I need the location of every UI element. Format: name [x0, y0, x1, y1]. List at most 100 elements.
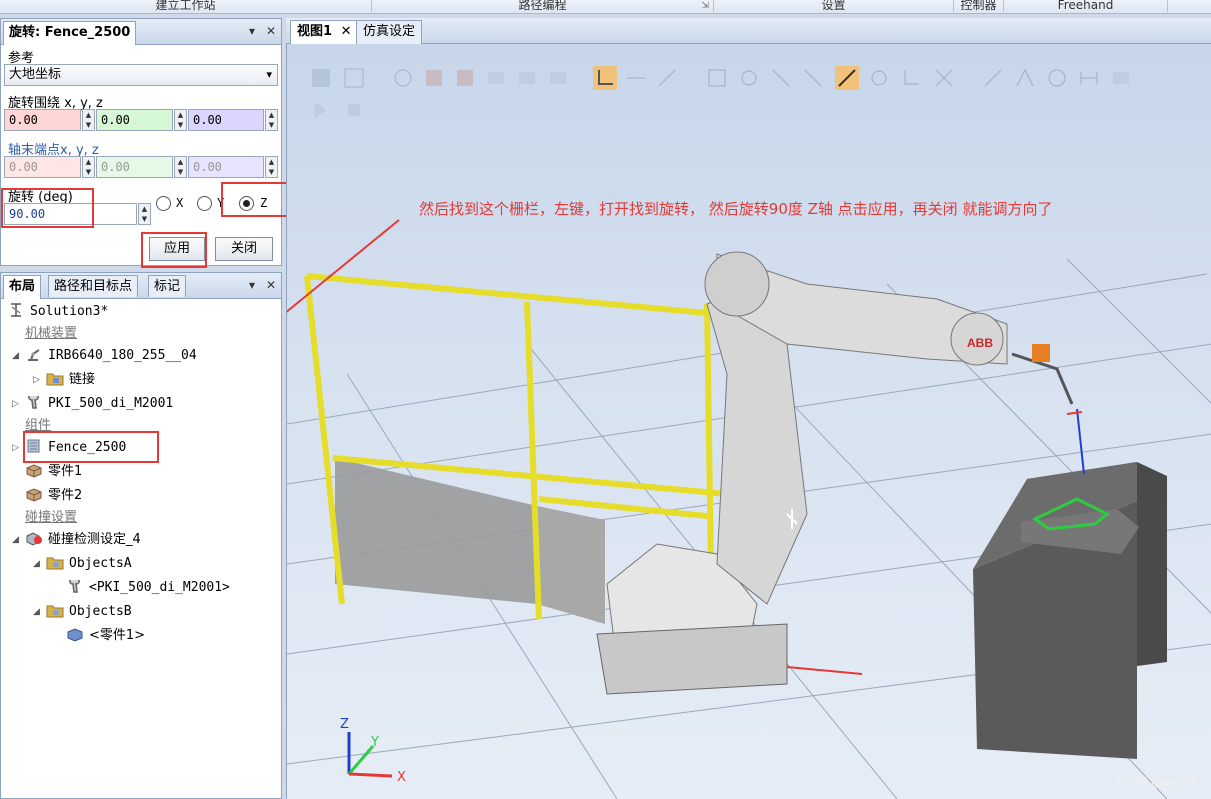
- axis-end-z-stepper[interactable]: ▲ ▼: [265, 156, 278, 178]
- 3d-viewport[interactable]: ABB Z Y X 然后找到这个栅栏，左键，打开找到旋转， 然后旋转90度 Z轴…: [286, 44, 1211, 799]
- wrench-tool-icon: [69, 579, 80, 593]
- select-group-icon[interactable]: [515, 66, 539, 90]
- collapse-arrow-icon[interactable]: ◢: [12, 529, 19, 551]
- reference-select-value: 大地坐标: [9, 67, 62, 82]
- axis-end-y-field[interactable]: 0.00: [96, 156, 173, 178]
- dialog-launcher-icon[interactable]: ⇲: [701, 0, 709, 13]
- close-tab-icon[interactable]: ✕: [341, 24, 352, 39]
- ribbon-group-freehand: Freehand: [1004, 0, 1168, 12]
- tab-paths-targets[interactable]: 路径和目标点: [48, 275, 139, 297]
- tree-item-objects-b[interactable]: ◢ ObjectsB: [33, 601, 132, 623]
- around-y-field[interactable]: 0.00: [96, 109, 173, 131]
- expand-arrow-icon[interactable]: ▷: [12, 393, 19, 415]
- tree-item-label: 零件2: [48, 488, 83, 503]
- axis-end-z-field[interactable]: 0.00: [188, 156, 264, 178]
- rotate-panel-title-tab[interactable]: 旋转: Fence_2500: [3, 21, 137, 45]
- expand-arrow-icon[interactable]: ▷: [33, 369, 40, 391]
- select-body-icon[interactable]: [453, 66, 477, 90]
- around-y-stepper[interactable]: ▲ ▼: [174, 109, 187, 131]
- ribbon-group-controller: 控制器: [954, 0, 1004, 12]
- snap-midpoint-icon[interactable]: [769, 66, 793, 90]
- tree-item-label: ObjectsA: [69, 556, 132, 571]
- around-z-stepper[interactable]: ▲ ▼: [265, 109, 278, 131]
- select-mechanism-icon[interactable]: [546, 66, 570, 90]
- select-curve-icon[interactable]: [391, 66, 415, 90]
- tab-simulation-settings[interactable]: 仿真设定: [356, 20, 423, 44]
- part-icon: [67, 628, 83, 642]
- axis-z-label: Z: [340, 717, 349, 732]
- tree-item-solution[interactable]: Solution3*: [7, 301, 108, 323]
- collapse-arrow-icon[interactable]: ◢: [33, 601, 40, 623]
- axis-x-label: X: [397, 770, 406, 785]
- view-all-icon[interactable]: [309, 66, 333, 90]
- keep-measurement-icon[interactable]: [1109, 66, 1133, 90]
- folder-icon: [46, 605, 64, 618]
- snap-grid-icon[interactable]: [705, 66, 729, 90]
- axis-end-x-stepper[interactable]: ▲ ▼: [82, 156, 95, 178]
- select-surface-icon[interactable]: [422, 66, 446, 90]
- watermark-text: CSDN @lwj_07: [1116, 776, 1197, 789]
- tree-item-part1[interactable]: 零件1: [25, 461, 82, 483]
- panel-close-icon[interactable]: ✕: [266, 24, 276, 38]
- tab-view1[interactable]: 视图1 ✕: [290, 20, 359, 44]
- tree-item-tool[interactable]: ▷ PKI_500_di_M2001: [12, 393, 173, 415]
- tree-item-label: <PKI_500_di_M2001>: [89, 580, 230, 595]
- close-button[interactable]: 关闭: [215, 237, 273, 261]
- tab-tags[interactable]: 标记: [148, 275, 187, 297]
- around-x-field[interactable]: 0.00: [4, 109, 81, 131]
- tree-item-label: <零件1>: [89, 628, 146, 643]
- document-tabbar: 视图1 ✕ 仿真设定: [286, 18, 1211, 44]
- snap-gravity-icon[interactable]: [867, 66, 891, 90]
- layout-panel-tabbar: 布局 路径和目标点 标记 ▾ ✕: [1, 273, 281, 299]
- tree-item-part2[interactable]: 零件2: [25, 485, 82, 507]
- reference-select[interactable]: 大地坐标 ▾: [4, 64, 278, 86]
- diameter-measure-icon[interactable]: [1045, 66, 1069, 90]
- tree-item-objects-a[interactable]: ◢ ObjectsA: [33, 553, 132, 575]
- snap-edge-icon[interactable]: [835, 66, 859, 90]
- angle-measure-icon[interactable]: [1013, 66, 1037, 90]
- expand-arrow-icon[interactable]: ▷: [12, 437, 19, 459]
- tree-item-label: 碰撞检测设定_4: [48, 532, 141, 547]
- rotate-panel: 旋转: Fence_2500 ▾ ✕ 参考 大地坐标 ▾ 旋转围绕 x, y, …: [0, 18, 296, 268]
- snap-grid-point-icon[interactable]: [932, 66, 956, 90]
- tree-header-collision: 碰撞设置: [25, 510, 78, 525]
- axis-y-radio[interactable]: [197, 196, 212, 211]
- snap-center-icon[interactable]: [737, 66, 761, 90]
- folder-icon: [46, 557, 64, 570]
- tree-item-objects-b-child[interactable]: <零件1>: [66, 625, 145, 647]
- axis-end-x-field[interactable]: 0.00: [4, 156, 81, 178]
- tree-item-objects-a-child[interactable]: <PKI_500_di_M2001>: [66, 577, 230, 599]
- axis-x-radio[interactable]: [156, 196, 171, 211]
- ribbon-group-build-station: 建立工作站: [0, 0, 372, 12]
- scene-canvas: ABB Z Y X: [287, 219, 1211, 799]
- ribbon-group-label: 路径编程: [518, 0, 567, 12]
- angle-stepper[interactable]: ▲ ▼: [138, 203, 151, 225]
- around-x-stepper[interactable]: ▲ ▼: [82, 109, 95, 131]
- measure-angle-icon[interactable]: [655, 66, 679, 90]
- measure-distance-icon[interactable]: [624, 66, 648, 90]
- panel-close-icon[interactable]: ✕: [266, 278, 276, 292]
- play-icon[interactable]: [309, 98, 333, 122]
- tree-item-collision-set[interactable]: ◢ 碰撞检测设定_4: [12, 529, 141, 551]
- around-z-field[interactable]: 0.00: [188, 109, 264, 131]
- min-distance-icon[interactable]: [1077, 66, 1101, 90]
- stop-icon[interactable]: [342, 98, 366, 122]
- axis-end-y-stepper[interactable]: ▲ ▼: [174, 156, 187, 178]
- snap-object-icon[interactable]: [593, 66, 617, 90]
- ribbon-group-path-programming: 路径编程 ⇲: [372, 0, 714, 12]
- snap-local-origin-icon[interactable]: [899, 66, 923, 90]
- tree-item-links[interactable]: ▷ 链接: [33, 369, 95, 391]
- abb-logo: ABB: [967, 336, 993, 350]
- tab-layout[interactable]: 布局: [3, 275, 42, 299]
- snap-end-icon[interactable]: [801, 66, 825, 90]
- zoom-window-icon[interactable]: [342, 66, 366, 90]
- collapse-arrow-icon[interactable]: ◢: [33, 553, 40, 575]
- point-to-point-icon[interactable]: [981, 66, 1005, 90]
- panel-menu-icon[interactable]: ▾: [249, 24, 255, 38]
- collapse-arrow-icon[interactable]: ◢: [12, 345, 19, 367]
- select-part-icon[interactable]: [484, 66, 508, 90]
- tree-item-robot[interactable]: ◢ IRB6640_180_255__04: [12, 345, 197, 367]
- solution-icon: [11, 303, 21, 317]
- panel-menu-icon[interactable]: ▾: [249, 278, 255, 292]
- workbench-model: [973, 462, 1167, 759]
